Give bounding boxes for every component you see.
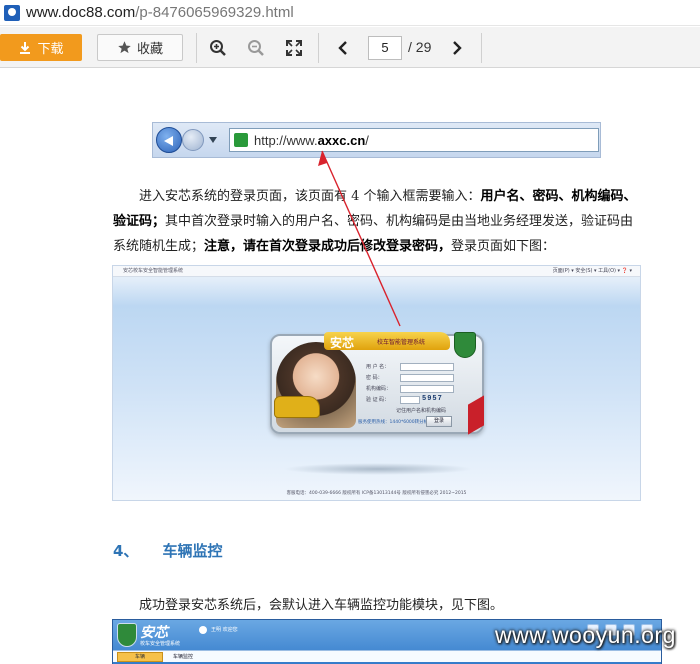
section-heading: 4、 车辆监控	[113, 540, 222, 561]
captcha-field	[400, 396, 420, 404]
ie-command-bar: 页面(P) ▾ 安全(S) ▾ 工具(O) ▾ ❓ ▾	[552, 268, 632, 274]
prev-page-button[interactable]	[333, 38, 353, 58]
download-icon	[20, 41, 31, 54]
vm-tab-row: 车辆 车辆监控	[113, 650, 661, 662]
document-page: http://www.axxc.cn/ 进入安芯系统的登录页面，该页面有 4 个…	[0, 69, 700, 664]
brand-logo-text: 安芯	[330, 336, 355, 350]
brand-banner: 安芯 校车智能管理系统	[324, 332, 450, 350]
school-bus-image	[274, 396, 320, 418]
page-icon	[234, 133, 248, 147]
panel-shadow	[283, 463, 473, 475]
section-title: 车辆监控	[162, 542, 223, 560]
shield-logo-icon	[454, 332, 476, 358]
ie-url-text: http://www.axxc.cn/	[254, 132, 369, 148]
user-icon	[199, 626, 207, 634]
login-footer: 客服电话：400-039-6666 版权所有 ICP备13013144号 版权所…	[286, 491, 467, 496]
favorite-button[interactable]: 收藏	[97, 34, 183, 61]
vm-tab: 车辆	[117, 652, 163, 662]
ie-addressbar-image: http://www.axxc.cn/	[152, 122, 601, 158]
back-arrow-icon	[156, 127, 182, 153]
star-icon	[118, 41, 131, 54]
url-text[interactable]: www.doc88.com/p-8476065969329.html	[26, 4, 294, 21]
download-button[interactable]: 下载	[0, 34, 82, 61]
password-field	[400, 374, 454, 382]
page-number-input[interactable]: 5	[368, 36, 402, 60]
toolbar-divider	[196, 33, 197, 63]
download-label: 下载	[37, 42, 64, 57]
vm-user: 王明 欢迎您	[211, 627, 238, 633]
toolbar-divider	[481, 33, 482, 63]
zoom-in-icon	[210, 40, 226, 56]
forward-arrow-icon	[182, 129, 204, 151]
vm-brand: 安芯	[140, 625, 168, 641]
zoom-out-icon	[248, 40, 264, 56]
login-button: 登录	[426, 416, 452, 427]
login-panel: 安芯 校车智能管理系统 用 户 名： 密 码： 机构编码： 验 证 码： 记住用…	[270, 332, 484, 435]
org-code-field	[400, 385, 454, 393]
favorite-label: 收藏	[136, 42, 163, 57]
history-dropdown-icon	[209, 137, 217, 143]
viewer-toolbar: 下载 收藏 5 / 29	[0, 27, 700, 68]
watermark: www.wooyun.org	[495, 622, 676, 648]
zoom-out-button[interactable]	[246, 38, 266, 58]
login-page-screenshot: 安芯校车安全智能管理系统 页面(P) ▾ 安全(S) ▾ 工具(O) ▾ ❓ ▾…	[112, 265, 641, 501]
toolbar-divider	[318, 33, 319, 63]
login-instructions-paragraph: 进入安芯系统的登录页面，该页面有 4 个输入框需要输入：用户名、密码、机构编码、…	[113, 189, 637, 254]
corner-ribbon	[468, 395, 484, 435]
next-page-button[interactable]	[447, 38, 467, 58]
service-hotline: 服务使用热线：1440*6000转分机	[358, 420, 429, 425]
chevron-right-icon	[453, 41, 462, 55]
page-total: / 29	[408, 39, 432, 55]
section-number: 4、	[113, 542, 139, 560]
zoom-in-button[interactable]	[208, 38, 228, 58]
vehicle-monitor-paragraph: 成功登录安芯系统后，会默认进入车辆监控功能模块，见下图。	[139, 598, 504, 613]
address-bar[interactable]: www.doc88.com/p-8476065969329.html	[0, 0, 700, 26]
fullscreen-icon	[286, 40, 302, 56]
fullscreen-button[interactable]	[284, 38, 304, 58]
brand-subtitle: 校车智能管理系统	[377, 339, 426, 346]
captcha-image: 5957	[422, 395, 443, 403]
username-field	[400, 363, 454, 371]
vm-subtitle: 校车安全管理系统	[140, 641, 181, 647]
chevron-left-icon	[338, 41, 347, 55]
ie-url-field: http://www.axxc.cn/	[229, 128, 599, 152]
site-favicon-icon	[4, 4, 20, 21]
vm-tab-label: 车辆监控	[173, 654, 194, 660]
shield-logo-icon	[117, 623, 137, 647]
